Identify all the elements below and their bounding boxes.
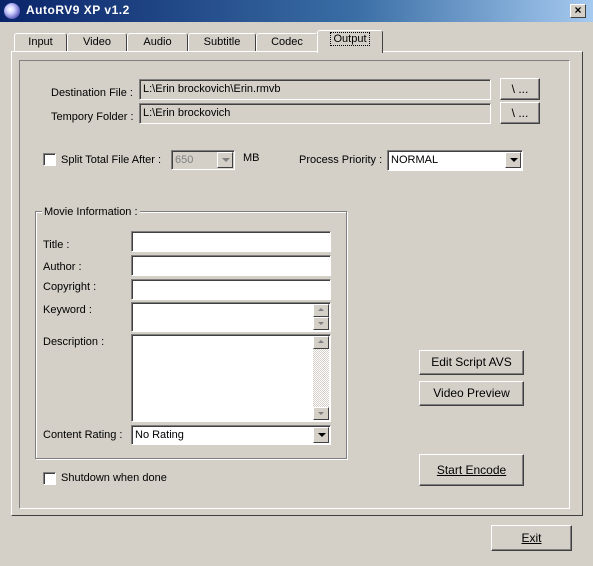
split-size-select[interactable]: 650 [171,150,235,170]
description-scrollbar[interactable] [313,336,329,420]
scroll-down-icon[interactable] [313,317,329,330]
content-rating-select[interactable]: No Rating [131,425,331,445]
copyright-input[interactable] [131,279,331,300]
destination-file-field[interactable]: L:\Erin brockovich\Erin.rmvb [139,79,491,100]
priority-dropdown-icon[interactable] [505,152,521,168]
copyright-label: Copyright : [43,281,97,293]
tab-subtitle[interactable]: Subtitle [188,33,256,52]
priority-label: Process Priority : [299,154,383,166]
edit-script-button[interactable]: Edit Script AVS [419,350,524,375]
close-icon: × [574,3,582,17]
tab-input[interactable]: Input [14,33,67,52]
split-checkbox[interactable] [43,153,56,166]
tab-video[interactable]: Video [67,33,127,52]
shutdown-label: Shutdown when done [61,472,167,484]
exit-button[interactable]: Exit [491,525,572,551]
window-title: AutoRV9 XP v1.2 [26,3,130,17]
split-label: Split Total File After : [61,154,162,166]
keyword-textarea[interactable] [131,302,331,332]
tab-output[interactable]: Output [317,30,383,53]
title-label: Title : [43,239,70,251]
content-rating-value: No Rating [135,429,184,441]
scroll-up-icon[interactable] [313,304,329,317]
scroll-down-icon[interactable] [313,407,329,420]
destination-file-label: Destination File : [51,87,133,99]
destination-browse-button[interactable]: \ ... [500,78,540,100]
temp-folder-field[interactable]: L:\Erin brockovich [139,103,491,124]
keyword-scrollbar[interactable] [313,304,329,330]
exit-label: Exit [521,531,542,545]
destination-file-value: L:\Erin brockovich\Erin.rmvb [143,83,281,95]
video-preview-button[interactable]: Video Preview [419,381,524,406]
content-rating-label: Content Rating : [43,429,123,441]
tab-codec[interactable]: Codec [256,33,318,52]
priority-value: NORMAL [391,154,439,166]
title-input[interactable] [131,231,331,252]
author-input[interactable] [131,255,331,276]
priority-select[interactable]: NORMAL [387,150,523,171]
app-icon [4,3,20,19]
description-label: Description : [43,336,105,348]
start-encode-button[interactable]: Start Encode [419,454,524,486]
temp-folder-value: L:\Erin brockovich [143,107,231,119]
shutdown-checkbox[interactable] [43,472,56,485]
split-size-dropdown-icon[interactable] [217,152,233,168]
temp-folder-browse-button[interactable]: \ ... [500,102,540,124]
split-unit: MB [243,152,260,164]
content-rating-dropdown-icon[interactable] [313,427,329,443]
author-label: Author : [43,261,82,273]
start-encode-label: Start Encode [436,463,507,477]
keyword-label: Keyword : [43,304,92,316]
description-textarea[interactable] [131,334,331,422]
movie-info-title: Movie Information : [42,206,140,218]
close-button[interactable]: × [570,4,586,18]
tab-audio[interactable]: Audio [127,33,188,52]
temp-folder-label: Tempory Folder : [51,111,134,123]
scroll-up-icon[interactable] [313,336,329,349]
